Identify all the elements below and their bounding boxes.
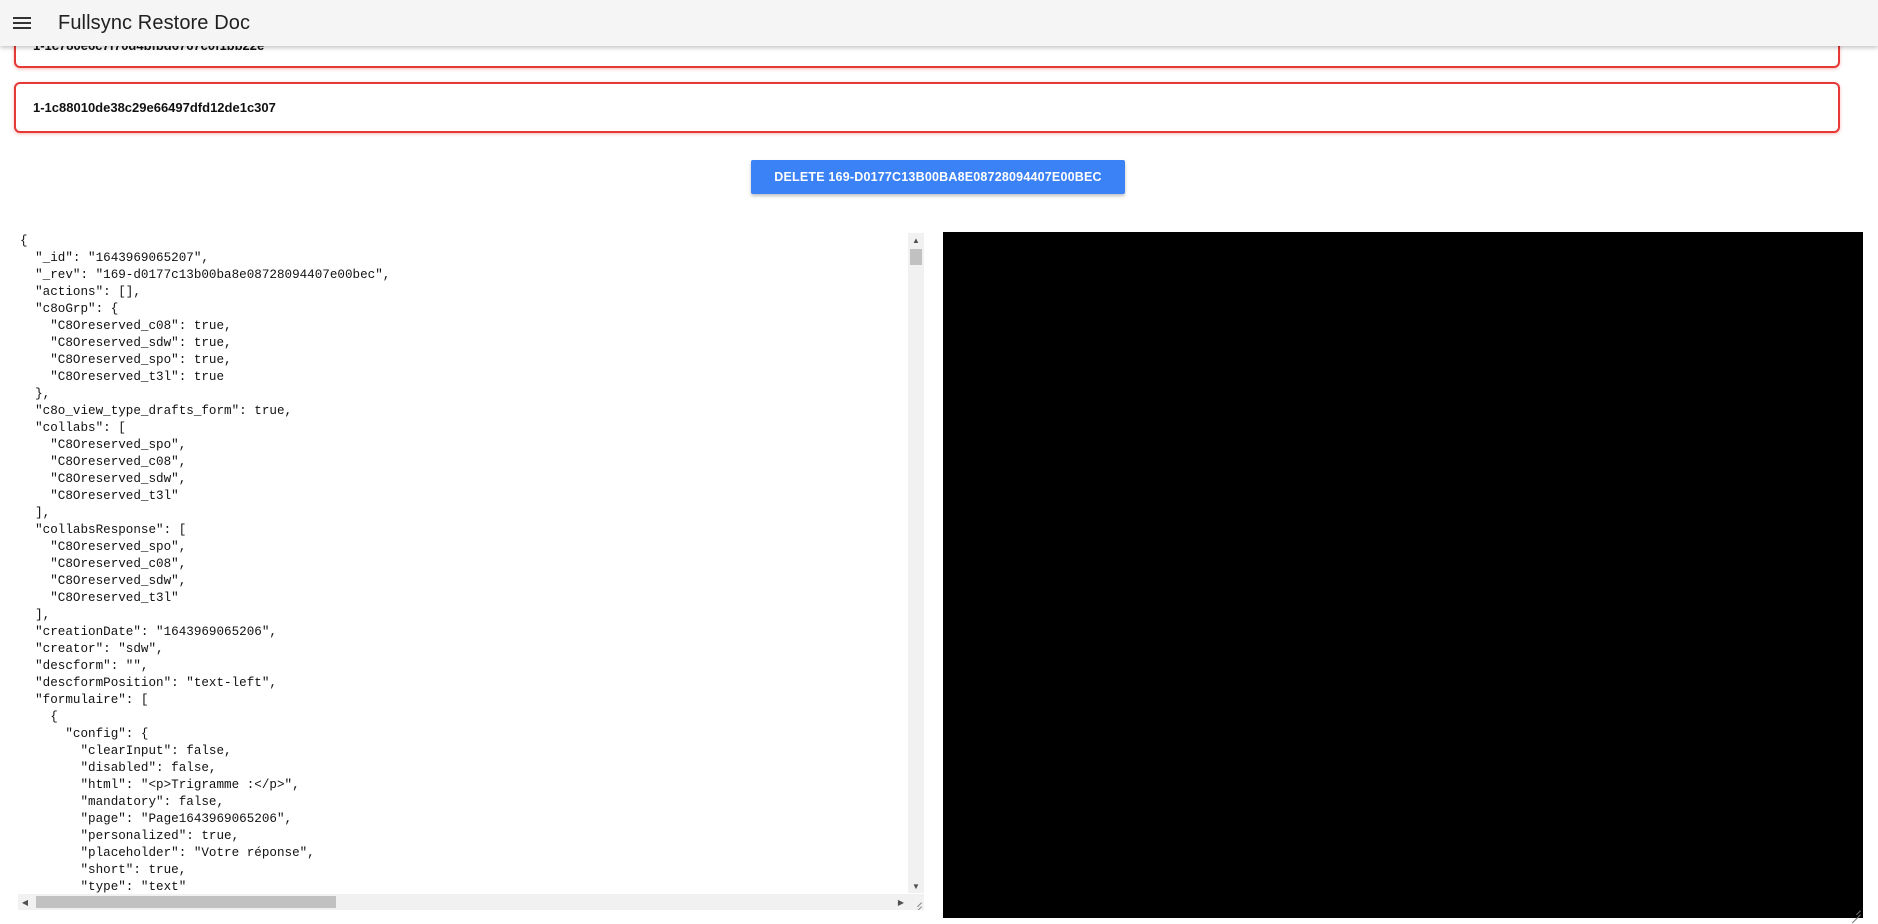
document-preview-panel	[943, 232, 1863, 918]
scroll-up-arrow-icon[interactable]: ▲	[908, 233, 924, 247]
scroll-down-arrow-icon[interactable]: ▼	[908, 879, 924, 893]
resize-handle-icon[interactable]	[1847, 902, 1863, 918]
json-editor[interactable]: { "_id": "1643969065207", "_rev": "169-d…	[18, 233, 924, 910]
revision-label: 1-1c88010de38c29e66497dfd12de1c307	[33, 100, 276, 115]
horizontal-scrollbar[interactable]: ◀ ▶	[18, 894, 908, 910]
delete-revision-button[interactable]: DELETE 169-D0177C13B00BA8E08728094407E00…	[751, 160, 1125, 194]
revision-item[interactable]: 1-1c88010de38c29e66497dfd12de1c307	[14, 82, 1840, 133]
app-toolbar: Fullsync Restore Doc	[0, 0, 1878, 46]
menu-button[interactable]	[4, 5, 40, 41]
menu-icon	[13, 17, 31, 29]
page-content: 1-1c780e6c7f70d4bfbd6767c0f1bb22e 1-1c88…	[0, 0, 1878, 918]
json-editor-content[interactable]: { "_id": "1643969065207", "_rev": "169-d…	[18, 233, 924, 893]
page-title: Fullsync Restore Doc	[58, 11, 251, 34]
scroll-right-arrow-icon[interactable]: ▶	[894, 894, 908, 910]
horizontal-scroll-thumb[interactable]	[36, 896, 336, 908]
vertical-scroll-thumb[interactable]	[910, 249, 922, 265]
vertical-scrollbar[interactable]: ▲ ▼	[908, 233, 924, 893]
resize-handle-icon[interactable]	[908, 894, 924, 910]
scroll-left-arrow-icon[interactable]: ◀	[18, 894, 32, 910]
